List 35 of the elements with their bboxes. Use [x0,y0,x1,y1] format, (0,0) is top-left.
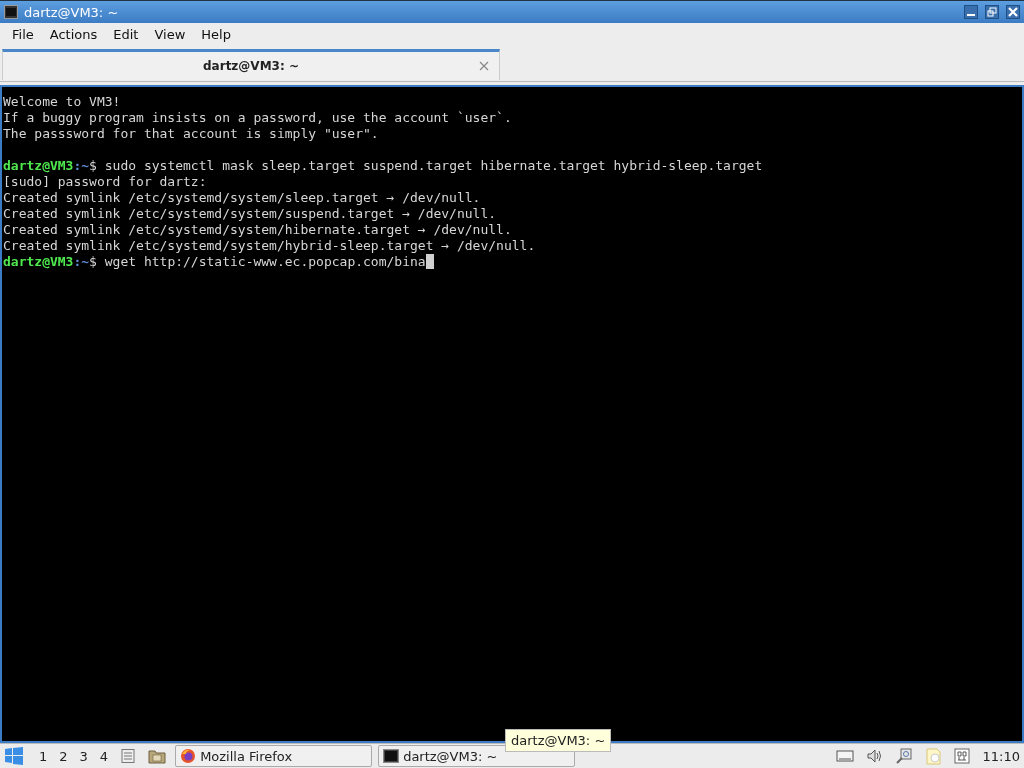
terminal-line: Created symlink /etc/systemd/system/sleep.target → /dev/null. [3,190,481,206]
clock: 11:10 [982,748,1020,764]
taskbar-button[interactable]: Mozilla Firefox [175,745,373,767]
terminal-line: The passsword for that account is simply "user". [3,126,379,142]
windows-logo-icon[interactable] [4,746,24,766]
menu-item[interactable]: File [4,24,42,44]
taskbar-label: dartz@VM3: ~ [403,748,498,764]
workspace-button[interactable]: 2 [56,748,71,764]
workspace-button[interactable]: 4 [96,748,112,764]
folder-icon[interactable] [148,748,167,764]
window-icon[interactable] [120,748,137,764]
terminal-tab[interactable]: dartz@VM3: ~ [2,49,500,80]
terminal-icon [4,5,18,19]
browser-icon[interactable] [180,748,197,764]
volume-icon[interactable] [865,748,884,764]
terminal-line: Created symlink /etc/systemd/system/hibernate.target → /dev/null. [3,222,512,238]
terminal-line: If a buggy program insists on a password, use the account `user`. [3,110,512,126]
terminal-line: Created symlink /etc/systemd/system/hybrid-sleep.target → /dev/null. [3,238,536,254]
workspace-button[interactable]: 3 [76,748,91,764]
terminal-line: dartz@VM3:~$ wget http://static-www.ec.popcap.com/bina [3,254,426,270]
window-title: dartz@VM3: ~ [24,4,119,20]
menu-item[interactable]: View [146,24,194,44]
menu-item[interactable]: Actions [41,24,106,44]
taskbar-label: Mozilla Firefox [200,748,293,764]
menu-item[interactable]: Edit [105,24,147,44]
tooltip: dartz@VM3: ~ [505,729,612,752]
terminal-icon[interactable] [383,748,400,764]
menu-item[interactable]: Help [193,24,239,44]
close-icon[interactable] [479,61,489,71]
terminal-line: dartz@VM3:~$ sudo systemctl mask sleep.target suspend.target hibernate.target hybrid-sleep.target [3,158,763,174]
workspace-button[interactable]: 1 [36,748,51,764]
terminal-line: Welcome to VM3! [3,94,121,110]
keyboard-icon[interactable] [835,749,854,763]
terminal-line: Created symlink /etc/systemd/system/suspend.target → /dev/null. [3,206,497,222]
terminal-line: [sudo] password for dartz: [3,174,207,190]
